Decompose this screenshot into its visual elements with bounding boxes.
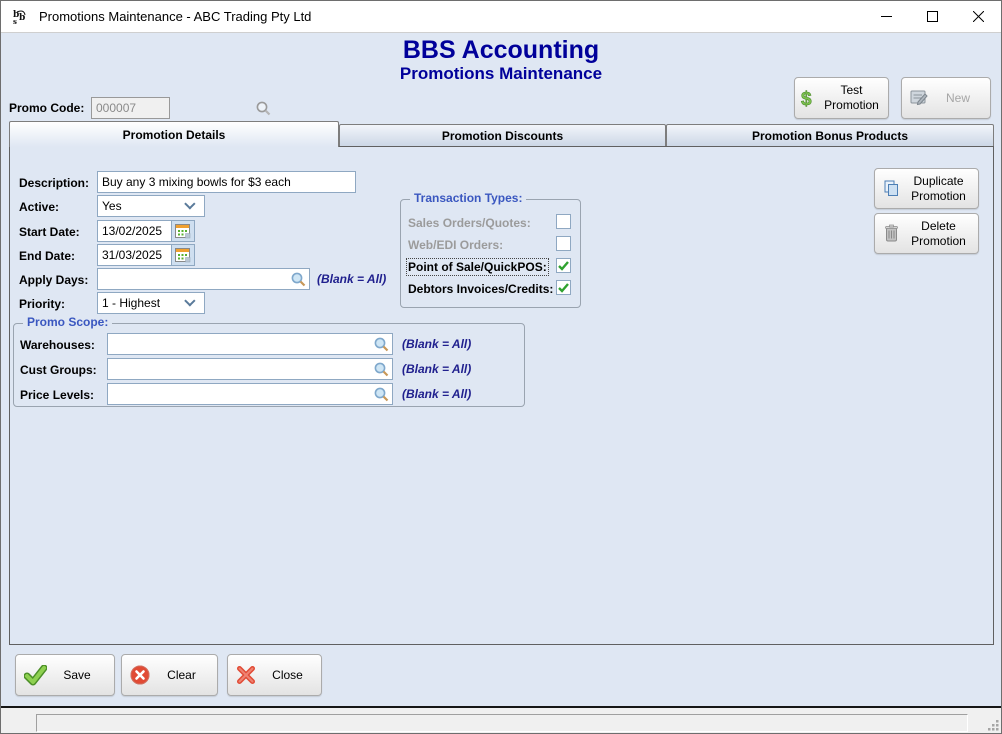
- svg-text:$: $: [801, 89, 812, 109]
- close-x-icon: [228, 665, 264, 685]
- warehouses-hint: (Blank = All): [402, 337, 472, 351]
- tab-promotion-discounts[interactable]: Promotion Discounts: [339, 124, 666, 147]
- duplicate-promotion-button[interactable]: Duplicate Promotion: [874, 168, 979, 209]
- resize-grip[interactable]: [985, 717, 1000, 732]
- dollar-icon: $: [795, 87, 821, 109]
- chevron-down-icon: [184, 198, 196, 210]
- tab-promotion-bonus-products[interactable]: Promotion Bonus Products: [666, 124, 994, 147]
- close-label: Close: [272, 667, 303, 682]
- tab-promotion-bonus-products-label: Promotion Bonus Products: [752, 128, 908, 143]
- test-promotion-button[interactable]: $ Test Promotion: [794, 77, 889, 119]
- point-of-sale-checkbox[interactable]: [556, 258, 571, 273]
- window-title: Promotions Maintenance - ABC Trading Pty…: [39, 9, 312, 24]
- duplicate-icon: [875, 179, 907, 198]
- apply-days-hint: (Blank = All): [317, 272, 387, 286]
- search-icon[interactable]: [373, 361, 390, 378]
- save-button[interactable]: Save: [15, 654, 115, 696]
- promotion-details-panel: Description: Active: Yes Start Date: E: [9, 146, 994, 645]
- svg-text:b: b: [19, 13, 25, 23]
- web-edi-orders-label: Web/EDI Orders:: [408, 238, 504, 252]
- cust-groups-label: Cust Groups:: [20, 363, 97, 377]
- test-promotion-label: Test Promotion: [824, 83, 879, 112]
- tab-promotion-details[interactable]: Promotion Details: [9, 121, 339, 147]
- svg-text:s: s: [13, 17, 17, 26]
- chevron-down-icon: [184, 295, 196, 307]
- start-date-picker: [97, 220, 195, 242]
- duplicate-promotion-label: Duplicate Promotion: [911, 173, 966, 203]
- active-label: Active:: [19, 200, 60, 214]
- apply-days-label: Apply Days:: [19, 273, 89, 287]
- sales-orders-label: Sales Orders/Quotes:: [408, 216, 531, 230]
- tab-promotion-discounts-label: Promotion Discounts: [441, 128, 564, 143]
- transaction-types-legend: Transaction Types:: [410, 191, 527, 205]
- calendar-icon[interactable]: [171, 244, 195, 266]
- search-icon[interactable]: [373, 336, 390, 353]
- minimize-button[interactable]: [863, 1, 909, 32]
- price-levels-label: Price Levels:: [20, 388, 95, 402]
- calendar-icon[interactable]: [171, 220, 195, 242]
- delete-promotion-button[interactable]: Delete Promotion: [874, 213, 979, 254]
- promo-code-label: Promo Code:: [9, 101, 85, 115]
- promo-scope-legend: Promo Scope:: [23, 315, 113, 329]
- delete-promotion-label: Delete Promotion: [911, 218, 966, 248]
- maximize-button[interactable]: [909, 1, 955, 32]
- new-button[interactable]: New: [901, 77, 991, 119]
- clear-label: Clear: [167, 667, 196, 682]
- apply-days-lookup: [97, 268, 310, 290]
- clear-icon: [122, 665, 158, 685]
- transaction-types-group: Transaction Types: Sales Orders/Quotes: …: [400, 191, 581, 308]
- promo-scope-group: Promo Scope: Warehouses: (Blank = All) C…: [13, 315, 525, 407]
- promo-code-lookup: [91, 97, 271, 119]
- end-date-input[interactable]: [97, 244, 171, 266]
- active-value: Yes: [102, 199, 122, 213]
- web-edi-orders-checkbox[interactable]: [556, 236, 571, 251]
- app-title: BBS Accounting: [402, 36, 600, 64]
- trash-icon: [875, 224, 907, 243]
- cust-groups-hint: (Blank = All): [402, 362, 472, 376]
- end-date-label: End Date:: [19, 249, 76, 263]
- check-icon: [558, 260, 569, 271]
- priority-select[interactable]: 1 - Highest: [97, 292, 205, 314]
- check-icon: [558, 282, 569, 293]
- save-check-icon: [16, 664, 54, 686]
- debtors-invoices-checkbox[interactable]: [556, 280, 571, 295]
- point-of-sale-label: Point of Sale/QuickPOS:: [406, 258, 549, 276]
- save-label: Save: [63, 667, 91, 682]
- priority-value: 1 - Highest: [102, 296, 161, 310]
- window-controls: [863, 1, 1001, 32]
- price-levels-hint: (Blank = All): [402, 387, 472, 401]
- search-icon[interactable]: [373, 386, 390, 403]
- titlebar: b b s Promotions Maintenance - ABC Tradi…: [1, 1, 1001, 33]
- sales-orders-checkbox[interactable]: [556, 214, 571, 229]
- price-levels-lookup: [107, 383, 393, 405]
- active-select[interactable]: Yes: [97, 195, 205, 217]
- new-note-icon: [902, 89, 936, 107]
- close-button[interactable]: [955, 1, 1001, 32]
- warehouses-input[interactable]: [108, 337, 373, 351]
- promo-code-input[interactable]: [92, 101, 255, 115]
- description-input[interactable]: [97, 171, 356, 193]
- cust-groups-lookup: [107, 358, 393, 380]
- search-icon[interactable]: [290, 271, 307, 288]
- apply-days-input[interactable]: [98, 272, 290, 286]
- description-label: Description:: [19, 176, 90, 190]
- priority-label: Priority:: [19, 297, 66, 311]
- tab-promotion-details-label: Promotion Details: [122, 127, 226, 142]
- end-date-picker: [97, 244, 195, 266]
- close-window-button[interactable]: Close: [227, 654, 322, 696]
- search-icon[interactable]: [255, 100, 272, 117]
- warehouses-lookup: [107, 333, 393, 355]
- debtors-invoices-label: Debtors Invoices/Credits:: [408, 282, 554, 296]
- start-date-label: Start Date:: [19, 225, 80, 239]
- status-panel: [36, 714, 968, 732]
- new-button-label: New: [945, 90, 970, 105]
- start-date-input[interactable]: [97, 220, 171, 242]
- app-logo-icon: b b s: [12, 8, 30, 26]
- price-levels-input[interactable]: [108, 387, 373, 401]
- status-bar: [1, 706, 1001, 733]
- app-window: b b s Promotions Maintenance - ABC Tradi…: [0, 0, 1002, 734]
- clear-button[interactable]: Clear: [121, 654, 218, 696]
- cust-groups-input[interactable]: [108, 362, 373, 376]
- warehouses-label: Warehouses:: [20, 338, 95, 352]
